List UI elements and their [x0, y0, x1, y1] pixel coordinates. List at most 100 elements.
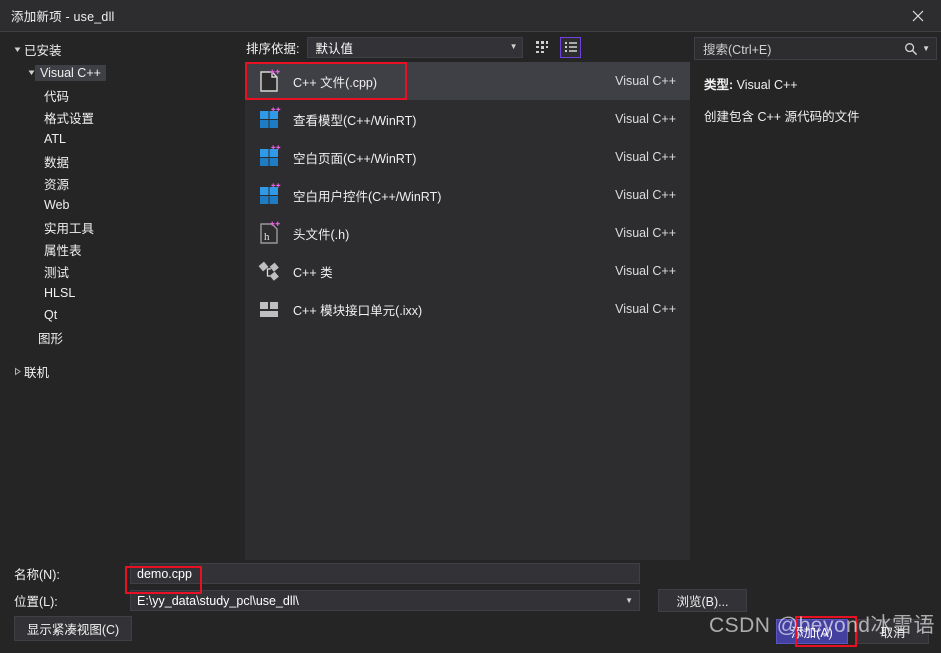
- sidebar-item-label: 属性表: [44, 243, 82, 258]
- sidebar-item-label: Qt: [44, 308, 58, 322]
- list-item[interactable]: C++ 类 Visual C++: [245, 252, 690, 290]
- details-content: 类型: Visual C++ 创建包含 C++ 源代码的文件: [690, 60, 941, 125]
- sidebar-item-formatting[interactable]: 格式设置: [0, 106, 245, 128]
- sort-by-label: 排序依据:: [246, 41, 300, 56]
- browse-button[interactable]: 浏览(B)...: [658, 589, 747, 612]
- sidebar-item-resource[interactable]: 资源: [0, 172, 245, 194]
- list-item[interactable]: h 头文件(.h) Visual C++: [245, 214, 690, 252]
- location-value: E:\yy_data\study_pcl\use_dll\: [137, 593, 299, 608]
- detail-description: 创建包含 C++ 源代码的文件: [704, 110, 860, 124]
- chevron-down-icon[interactable]: ▼: [625, 596, 633, 605]
- list-item-category: Visual C++: [615, 226, 676, 240]
- location-field[interactable]: E:\yy_data\study_pcl\use_dll\ ▼: [130, 590, 640, 611]
- name-row: 名称(N): demo.cpp: [0, 560, 941, 587]
- sidebar-item-label: 格式设置: [44, 111, 95, 126]
- winrt-window-icon: [253, 144, 287, 170]
- tree-installed[interactable]: 已安装: [0, 38, 245, 61]
- details-pane: 搜索(Ctrl+E) ▼ 类型: Visual C++ 创建包含 C++ 源代码…: [690, 32, 941, 560]
- dialog-title: 添加新项 - use_dll: [11, 10, 115, 24]
- cpp-class-icon: [253, 258, 287, 284]
- list-item-category: Visual C++: [615, 188, 676, 202]
- list-item[interactable]: 查看模型(C++/WinRT) Visual C++: [245, 100, 690, 138]
- chevron-down-icon[interactable]: ▼: [922, 44, 930, 53]
- search-placeholder: 搜索(Ctrl+E): [703, 43, 772, 57]
- svg-text:h: h: [264, 231, 270, 243]
- sidebar-item-atl[interactable]: ATL: [0, 128, 245, 150]
- templates-pane: 排序依据: 默认值 ▼ C++ 文件(.cpp) Visual C++ 查看模型…: [245, 32, 690, 560]
- sidebar-item-visual-cpp[interactable]: Visual C++: [0, 61, 245, 84]
- tree-installed-label: 已安装: [24, 44, 62, 58]
- detail-type-row: 类型: Visual C++: [704, 74, 941, 93]
- list-item-name: C++ 类: [293, 265, 333, 280]
- sidebar-item-data[interactable]: 数据: [0, 150, 245, 172]
- title-bar: 添加新项 - use_dll: [0, 0, 941, 32]
- template-list[interactable]: C++ 文件(.cpp) Visual C++ 查看模型(C++/WinRT) …: [245, 62, 690, 560]
- grid-view-icon[interactable]: [531, 37, 552, 58]
- sidebar-item-label: 图形: [38, 331, 64, 346]
- sidebar-item-label: 数据: [44, 155, 70, 170]
- close-icon[interactable]: [895, 0, 941, 31]
- expander-down-icon[interactable]: [10, 45, 24, 54]
- sidebar-item-hlsl[interactable]: HLSL: [0, 282, 245, 304]
- winrt-window-icon: [253, 182, 287, 208]
- list-view-icon[interactable]: [560, 36, 582, 58]
- sidebar-item-utility[interactable]: 实用工具: [0, 216, 245, 238]
- list-item-name: 头文件(.h): [293, 227, 350, 242]
- list-item[interactable]: C++ 模块接口单元(.ixx) Visual C++: [245, 290, 690, 328]
- cpp-module-icon: [253, 296, 287, 322]
- list-item-category: Visual C++: [615, 264, 676, 278]
- sidebar-item-label: 测试: [44, 265, 70, 280]
- location-label: 位置(L):: [14, 595, 58, 609]
- show-compact-view-button[interactable]: 显示紧凑视图(C): [14, 616, 132, 641]
- list-item[interactable]: 空白页面(C++/WinRT) Visual C++: [245, 138, 690, 176]
- sidebar-item-test[interactable]: 测试: [0, 260, 245, 282]
- dialog-body: 已安装 Visual C++ 代码 格式设置 ATL 数据 资源 Web 实用工…: [0, 32, 941, 560]
- dialog-footer: 名称(N): demo.cpp 位置(L): E:\yy_data\study_…: [0, 560, 941, 653]
- sidebar-item-label: ATL: [44, 132, 66, 146]
- sort-by-value: 默认值: [315, 41, 353, 56]
- sort-toolbar: 排序依据: 默认值 ▼: [245, 32, 690, 62]
- location-row: 位置(L): E:\yy_data\study_pcl\use_dll\ ▼ 浏…: [0, 587, 941, 614]
- sidebar-item-web[interactable]: Web: [0, 194, 245, 216]
- sidebar-item-online[interactable]: 联机: [0, 360, 245, 383]
- header-file-icon: h: [253, 220, 287, 246]
- sidebar-item-code[interactable]: 代码: [0, 84, 245, 106]
- add-new-item-dialog: 添加新项 - use_dll 已安装 Visual C++ 代码 格式设置 AT…: [0, 0, 941, 653]
- detail-type-label: 类型:: [704, 78, 734, 92]
- list-item-category: Visual C++: [615, 150, 676, 164]
- sidebar-item-visual-cpp-label: Visual C++: [35, 64, 106, 81]
- cpp-file-icon: [253, 68, 287, 94]
- sidebar-item-label: 代码: [44, 89, 70, 104]
- list-item-category: Visual C++: [615, 74, 676, 88]
- sidebar-item-qt[interactable]: Qt: [0, 304, 245, 326]
- sidebar-item-label: 资源: [44, 177, 70, 192]
- list-item-name: 空白用户控件(C++/WinRT): [293, 189, 442, 204]
- detail-type-value: Visual C++: [736, 78, 798, 92]
- sort-by-select[interactable]: 默认值 ▼: [307, 36, 524, 58]
- name-value: demo.cpp: [137, 566, 192, 581]
- sidebar-item-label: HLSL: [44, 286, 76, 300]
- name-label: 名称(N):: [14, 568, 60, 582]
- search-icon[interactable]: ▼: [904, 42, 930, 56]
- search-input[interactable]: 搜索(Ctrl+E) ▼: [694, 37, 937, 60]
- sidebar-item-label: Web: [44, 198, 70, 212]
- list-item-name: 查看模型(C++/WinRT): [293, 113, 417, 128]
- list-item-name: C++ 文件(.cpp): [293, 75, 378, 90]
- name-field[interactable]: demo.cpp: [130, 563, 640, 584]
- list-item-name: C++ 模块接口单元(.ixx): [293, 303, 423, 318]
- winrt-window-icon: [253, 106, 287, 132]
- expander-right-icon[interactable]: [10, 367, 24, 376]
- chevron-down-icon: ▼: [509, 42, 518, 51]
- add-button[interactable]: 添加(A): [776, 619, 848, 644]
- cancel-button[interactable]: 取消: [857, 619, 929, 644]
- sidebar-item-graphics[interactable]: 图形: [0, 326, 245, 348]
- list-item[interactable]: 空白用户控件(C++/WinRT) Visual C++: [245, 176, 690, 214]
- list-item-category: Visual C++: [615, 112, 676, 126]
- sidebar-item-online-label: 联机: [24, 366, 50, 380]
- dialog-action-buttons: 添加(A) 取消: [776, 619, 929, 644]
- sidebar-item-property-sheet[interactable]: 属性表: [0, 238, 245, 260]
- list-item-category: Visual C++: [615, 302, 676, 316]
- sidebar-item-label: 实用工具: [44, 221, 95, 236]
- list-item-name: 空白页面(C++/WinRT): [293, 151, 417, 166]
- list-item[interactable]: C++ 文件(.cpp) Visual C++: [245, 62, 690, 100]
